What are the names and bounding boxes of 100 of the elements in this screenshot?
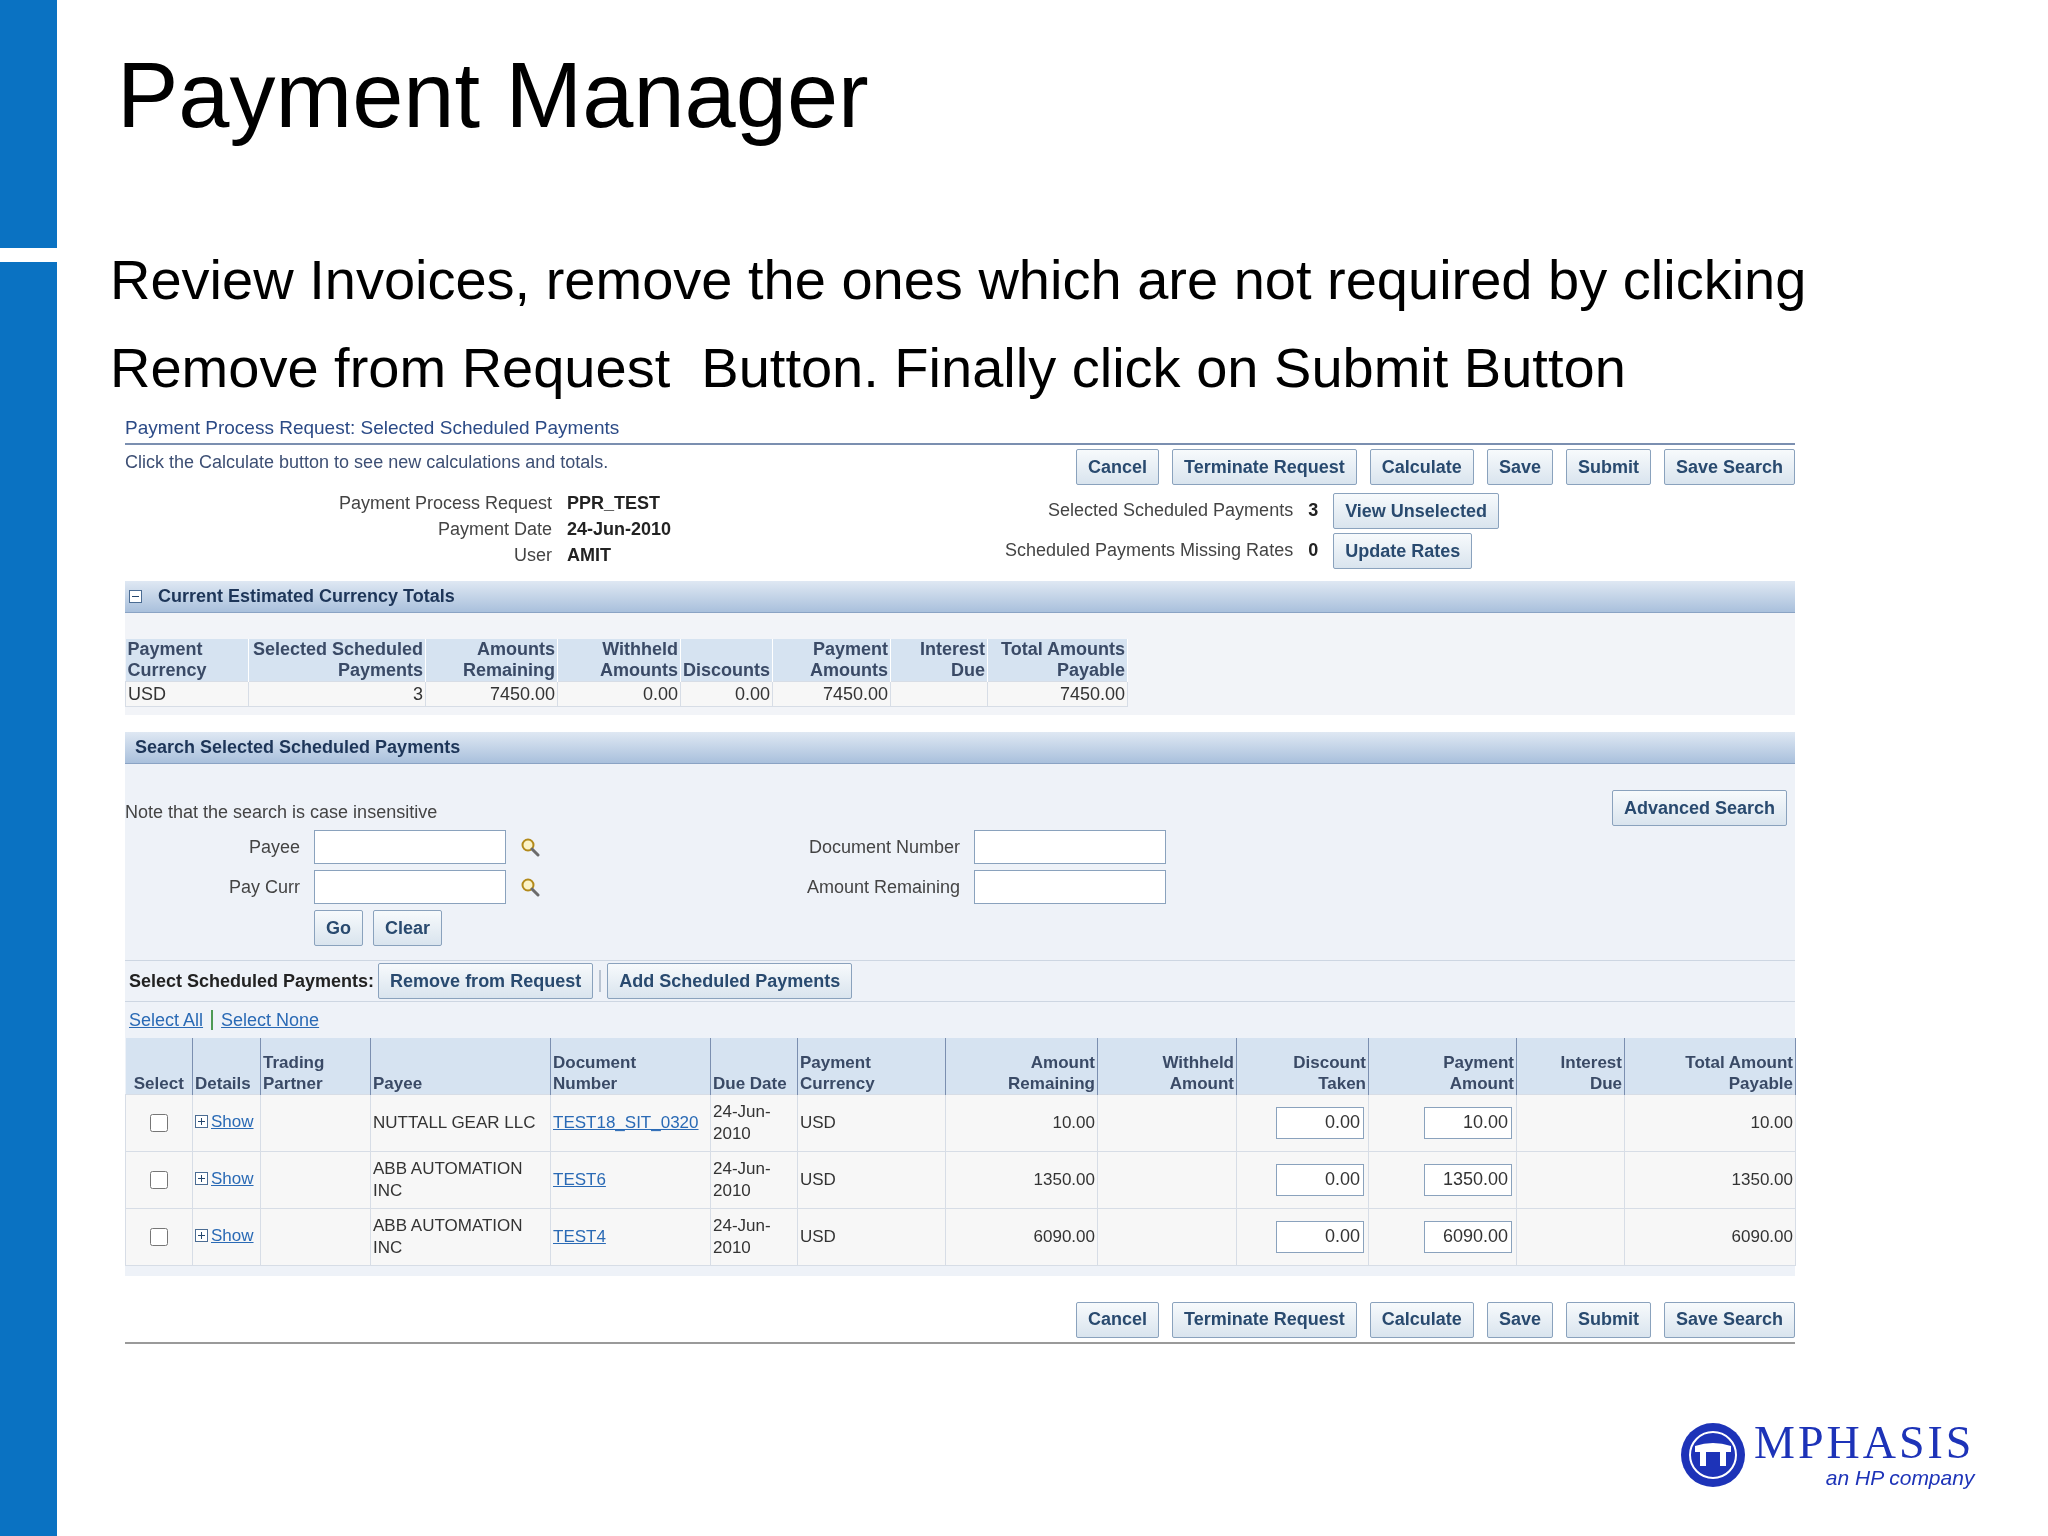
logo-name: MPHASIS — [1754, 1420, 1975, 1466]
table-cell: 24-Jun-2010 — [713, 1158, 771, 1200]
table-cell: 10.00 — [1052, 1112, 1095, 1132]
input-field[interactable]: 0.00 — [1276, 1220, 1364, 1253]
section-title: Search Selected Scheduled Payments — [135, 736, 461, 759]
submit-button[interactable]: Submit — [1565, 1301, 1651, 1338]
go-button[interactable]: Go — [314, 910, 363, 946]
expand-icon[interactable] — [195, 1115, 208, 1129]
column-header: Due Date — [710, 1038, 798, 1094]
table-cell: 1350.00 — [1033, 1169, 1095, 1189]
field-label: Payment Date — [436, 518, 552, 541]
column-header: Payee — [370, 1038, 551, 1094]
column-header: Interest Due — [1516, 1038, 1625, 1094]
instruction-text: Review Invoices, remove the ones which are not required by clicking — [110, 247, 1807, 313]
checkbox[interactable] — [150, 1114, 168, 1132]
input-field[interactable]: 6090.00 — [1424, 1220, 1512, 1253]
column-header: Total Amounts Payable — [987, 639, 1128, 682]
field-label: Payment Process Request — [337, 492, 552, 515]
logo-icon — [1680, 1422, 1746, 1488]
field-value: 24-Jun-2010 — [567, 518, 673, 541]
update-rates-button[interactable]: Update Rates — [1333, 533, 1473, 569]
column-header: Payment Amount — [1368, 1038, 1517, 1094]
cancel-button[interactable]: Cancel — [1076, 1301, 1160, 1338]
table-cell: ABB AUTOMATION INC — [373, 1215, 523, 1257]
field-value: PPR_TEST — [567, 492, 662, 515]
slide-title: Payment Manager — [117, 43, 869, 148]
column-header: Trading Partner — [260, 1038, 371, 1094]
table-cell: 3 — [248, 681, 426, 707]
input-field[interactable]: 0.00 — [1276, 1106, 1364, 1139]
checkbox[interactable] — [150, 1228, 168, 1246]
select-none-link[interactable]: Select None — [221, 1006, 320, 1034]
table-cell: 1350.00 — [1731, 1169, 1793, 1189]
input-field[interactable] — [314, 830, 506, 864]
search-icon[interactable] — [520, 837, 540, 857]
save-button[interactable]: Save — [1486, 1301, 1553, 1338]
field-label: Scheduled Payments Missing Rates — [1005, 539, 1294, 562]
save-search-button[interactable]: Save Search — [1663, 1301, 1795, 1338]
save-button[interactable]: Save — [1486, 449, 1553, 485]
search-icon[interactable] — [520, 877, 540, 897]
table-cell: 24-Jun-2010 — [713, 1101, 771, 1143]
table-cell: 10.00 — [1750, 1112, 1793, 1132]
table-cell: NUTTALL GEAR LLC — [373, 1112, 536, 1132]
note-text: Note that the search is case insensitive — [125, 801, 438, 824]
remove-from-request-button[interactable]: Remove from Request — [378, 963, 594, 999]
view-unselected-button[interactable]: View Unselected — [1333, 493, 1499, 529]
terminate-button[interactable]: Terminate Request — [1172, 1301, 1357, 1338]
table-cell: 0.00 — [680, 681, 773, 707]
table-cell: 0.00 — [557, 681, 681, 707]
add-payments-button[interactable]: Add Scheduled Payments — [607, 963, 853, 999]
select-all-link[interactable]: Select All — [129, 1006, 204, 1034]
table-cell: USD — [800, 1112, 836, 1132]
column-header: Payment Amounts — [772, 639, 891, 682]
table-cell: 6090.00 — [1731, 1226, 1793, 1246]
input-field[interactable] — [314, 870, 506, 904]
calculate-button[interactable]: Calculate — [1369, 1301, 1474, 1338]
column-header: Selected Scheduled Payments — [248, 639, 426, 682]
column-header: Total Amount Payable — [1624, 1038, 1796, 1094]
checkbox[interactable] — [150, 1171, 168, 1189]
table-cell: 7450.00 — [987, 681, 1128, 707]
input-field[interactable]: 10.00 — [1424, 1106, 1512, 1139]
input-field[interactable] — [974, 830, 1166, 864]
column-header: Discount Taken — [1236, 1038, 1369, 1094]
expand-icon[interactable] — [195, 1229, 208, 1243]
selection-label: Select Scheduled Payments: — [129, 969, 375, 993]
column-header: Withheld Amount — [1097, 1038, 1237, 1094]
cancel-button[interactable]: Cancel — [1076, 449, 1160, 485]
table-cell: 7450.00 — [772, 681, 891, 707]
field-value: 3 — [1308, 499, 1319, 522]
advanced-search-button[interactable]: Advanced Search — [1611, 790, 1787, 826]
table-cell: USD — [125, 681, 249, 707]
field-value: AMIT — [567, 544, 612, 567]
collapse-icon[interactable] — [129, 590, 142, 603]
clear-button[interactable]: Clear — [373, 910, 443, 946]
field-label: Amount Remaining — [805, 875, 960, 899]
field-value: 0 — [1308, 539, 1319, 562]
column-header: Document Number — [550, 1038, 711, 1094]
section-title: Current Estimated Currency Totals — [158, 585, 455, 608]
input-field[interactable] — [974, 870, 1166, 904]
page-title: Payment Process Request: Selected Scheduled Payments — [125, 414, 1795, 445]
calculate-button[interactable]: Calculate — [1369, 449, 1474, 485]
field-label: Document Number — [807, 835, 960, 859]
document-link[interactable]: TEST6 — [553, 1169, 606, 1189]
submit-button[interactable]: Submit — [1565, 449, 1651, 485]
column-header: Payment Currency — [797, 1038, 946, 1094]
expand-icon[interactable] — [195, 1172, 208, 1186]
input-field[interactable]: 1350.00 — [1424, 1163, 1512, 1196]
input-field[interactable]: 0.00 — [1276, 1163, 1364, 1196]
field-label: User — [513, 544, 552, 567]
logo-tagline: an HP company — [1825, 1466, 1975, 1490]
hint-text: Click the Calculate button to see new calculations and totals. — [125, 451, 609, 474]
instruction-text: Remove from Request Button. Finally click on Submit Button — [110, 335, 1627, 401]
document-link[interactable]: TEST4 — [553, 1226, 606, 1246]
column-header: Withheld Amounts — [557, 639, 681, 682]
column-header: Amount Remaining — [945, 1038, 1098, 1094]
field-label: Pay Curr — [228, 875, 300, 899]
terminate-button[interactable]: Terminate Request — [1172, 449, 1357, 485]
table-cell: ABB AUTOMATION INC — [373, 1158, 523, 1200]
column-header: Amounts Remaining — [425, 639, 558, 682]
column-header: Select — [125, 1038, 193, 1094]
save-search-button[interactable]: Save Search — [1663, 449, 1795, 485]
